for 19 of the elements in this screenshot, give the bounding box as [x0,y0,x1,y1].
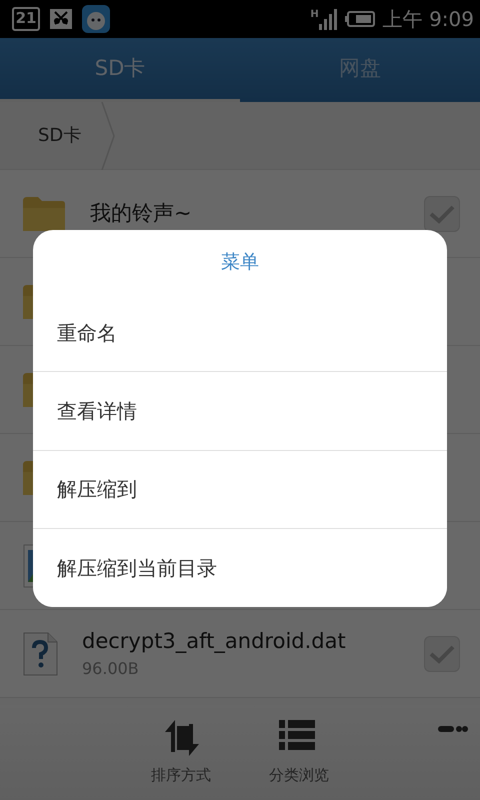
breadcrumb-item[interactable]: SD卡 [0,122,102,149]
checkbox[interactable] [424,636,460,672]
file-name: decrypt3_aft_android.dat [82,628,347,655]
app-notification-icon [82,5,110,33]
check-icon [429,644,455,664]
signal-icon [318,8,337,30]
dialog-title: 菜单 [33,230,447,294]
battery-icon [344,10,375,28]
clock-time: 上午 9:09 [382,6,474,33]
check-icon [429,204,455,224]
overflow-menu-icon[interactable] [438,725,468,733]
file-name: 我的铃声~ [90,200,193,227]
calendar-day-icon: 21 [12,7,40,31]
toolbar-button[interactable]: 分类浏览 [244,717,354,788]
folder-icon [22,194,66,232]
network-type-label: H [310,10,319,20]
checkbox[interactable] [424,196,460,232]
unknown-file-icon [22,632,58,676]
toolbar-button[interactable]: 排序方式 [126,717,236,788]
